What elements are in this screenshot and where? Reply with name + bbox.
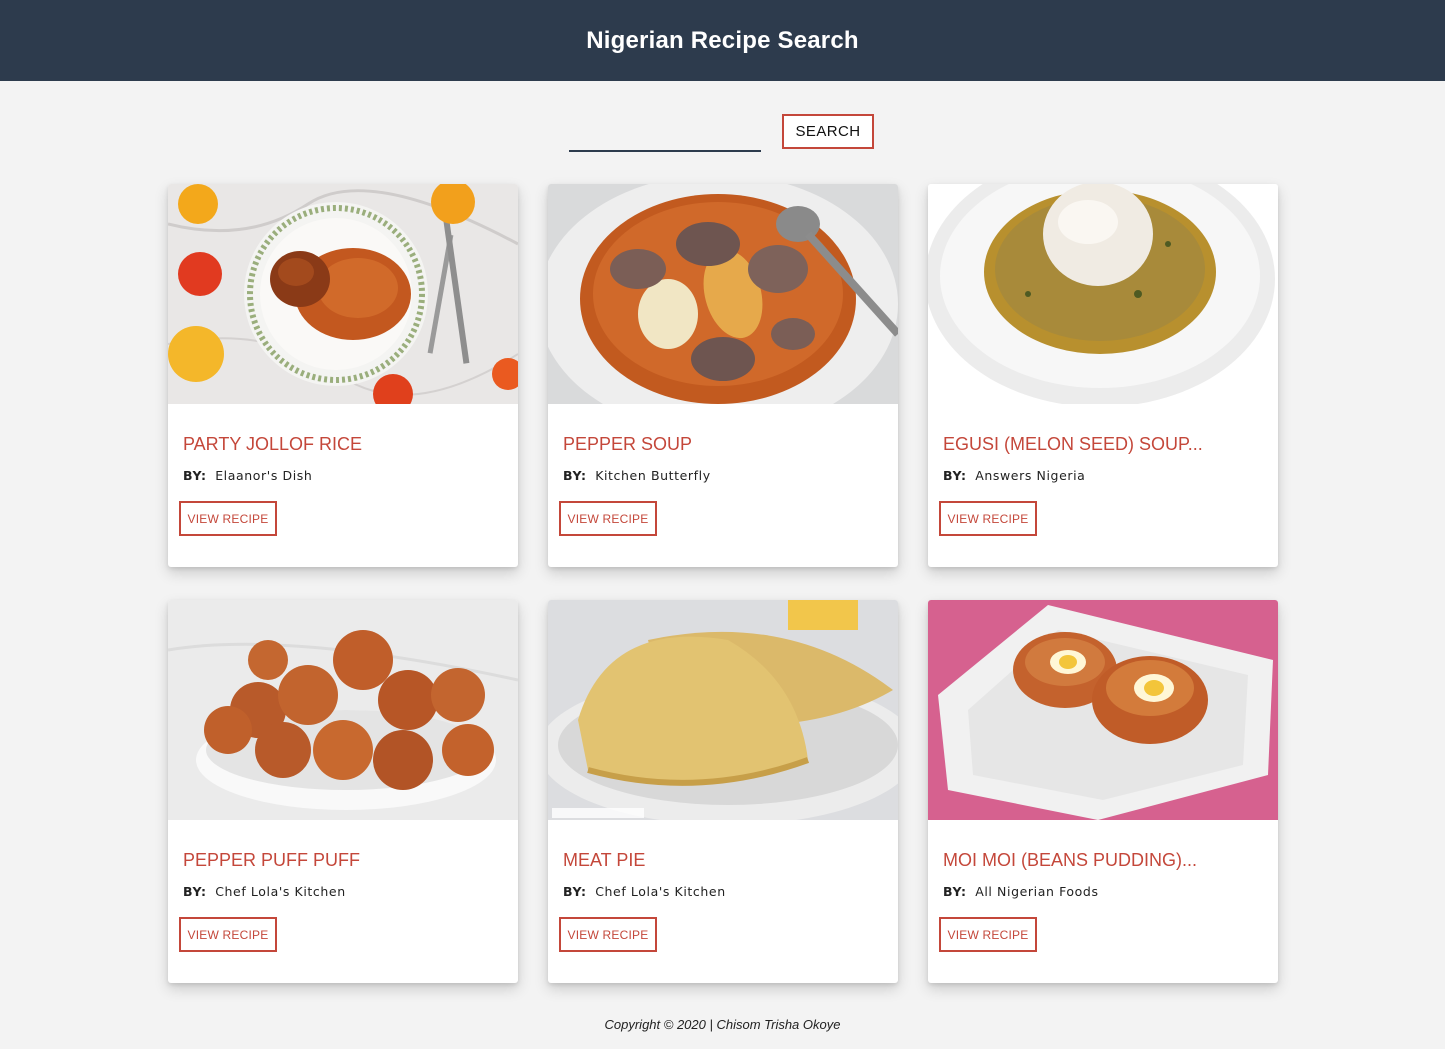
author-name: Elaanor's Dish [215,468,313,483]
recipe-image-puff-puff [168,600,518,820]
recipe-card: MEAT PIE BY: Chef Lola's Kitchen VIEW RE… [548,600,898,983]
author-name: Answers Nigeria [975,468,1086,483]
recipe-author: BY: All Nigerian Foods [943,884,1099,899]
recipe-author: BY: Chef Lola's Kitchen [563,884,726,899]
author-label: BY: [183,468,207,483]
footer-copyright: Copyright © 2020 | Chisom Trisha Okoye [604,1017,841,1032]
author-label: BY: [183,884,207,899]
view-recipe-button[interactable]: VIEW RECIPE [179,917,277,952]
recipe-image-jollof-rice [168,184,518,404]
view-recipe-button[interactable]: VIEW RECIPE [939,501,1037,536]
author-label: BY: [563,884,587,899]
view-recipe-button[interactable]: VIEW RECIPE [559,917,657,952]
author-name: Kitchen Butterfly [595,468,711,483]
author-name: Chef Lola's Kitchen [595,884,726,899]
recipe-card: MOI MOI (BEANS PUDDING)... BY: All Niger… [928,600,1278,983]
search-bar: SEARCH [0,114,1445,154]
recipe-author: BY: Elaanor's Dish [183,468,312,483]
recipe-card: PEPPER PUFF PUFF BY: Chef Lola's Kitchen… [168,600,518,983]
recipe-title: PEPPER SOUP [563,434,693,454]
recipe-author: BY: Chef Lola's Kitchen [183,884,346,899]
recipe-card: EGUSI (MELON SEED) SOUP... BY: Answers N… [928,184,1278,567]
search-input[interactable] [569,120,761,152]
author-label: BY: [943,884,967,899]
recipe-title: PEPPER PUFF PUFF [183,850,361,870]
page-title: Nigerian Recipe Search [586,26,859,54]
author-label: BY: [563,468,587,483]
recipe-title: EGUSI (MELON SEED) SOUP... [943,434,1203,454]
recipe-image-pepper-soup [548,184,898,404]
view-recipe-button[interactable]: VIEW RECIPE [179,501,277,536]
recipe-image-meat-pie [548,600,898,820]
author-label: BY: [943,468,967,483]
recipe-image-moi-moi [928,600,1278,820]
author-name: All Nigerian Foods [975,884,1099,899]
author-name: Chef Lola's Kitchen [215,884,346,899]
recipe-image-egusi-soup [928,184,1278,404]
search-button[interactable]: SEARCH [782,114,874,149]
navbar: Nigerian Recipe Search [0,0,1445,81]
view-recipe-button[interactable]: VIEW RECIPE [559,501,657,536]
recipe-card: PEPPER SOUP BY: Kitchen Butterfly VIEW R… [548,184,898,567]
view-recipe-button[interactable]: VIEW RECIPE [939,917,1037,952]
recipe-title: PARTY JOLLOF RICE [183,434,363,454]
recipe-title: MEAT PIE [563,850,646,870]
recipe-title: MOI MOI (BEANS PUDDING)... [943,850,1198,870]
recipe-author: BY: Answers Nigeria [943,468,1085,483]
recipe-author: BY: Kitchen Butterfly [563,468,711,483]
recipe-card: PARTY JOLLOF RICE BY: Elaanor's Dish VIE… [168,184,518,567]
